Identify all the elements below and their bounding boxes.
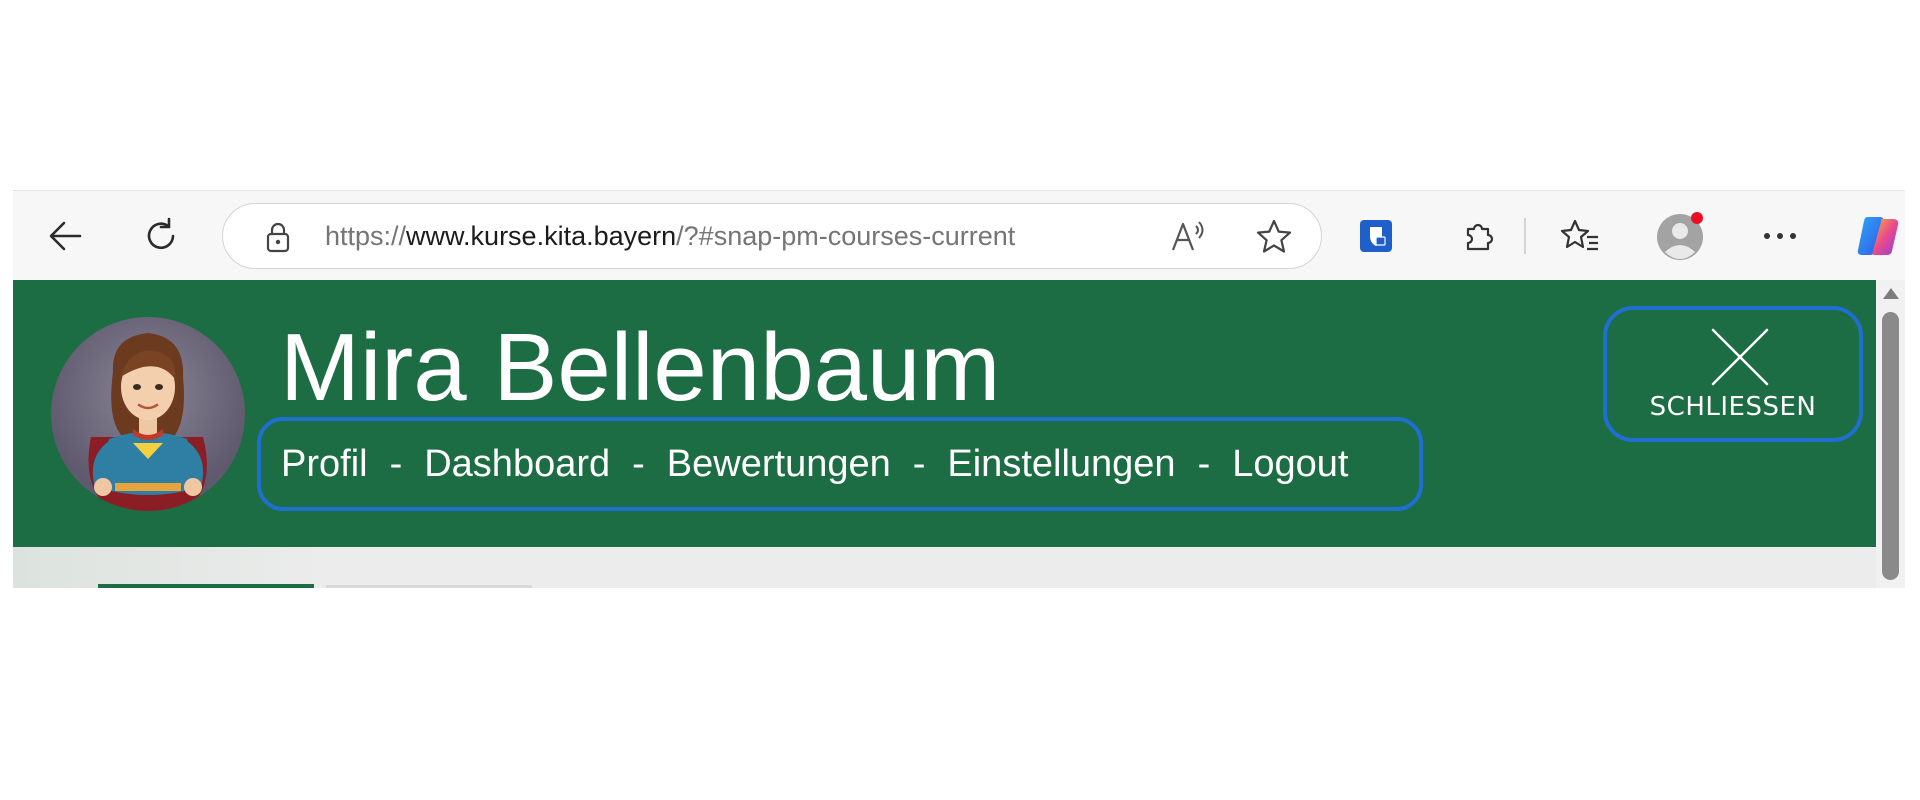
page-viewport: Mira Bellenbaum Profil - Dashboard - Bew… (13, 280, 1905, 588)
extensions-icon (1466, 223, 1494, 251)
close-icon (1711, 328, 1769, 386)
profile-icon (1657, 212, 1703, 260)
nav-bewertungen[interactable]: Bewertungen (667, 443, 891, 486)
url-path: /?#snap-pm-courses-current (676, 221, 1016, 251)
address-bar[interactable]: https://www.kurse.kita.bayern/?#snap-pm-… (222, 203, 1322, 269)
avatar (51, 317, 245, 511)
favorite-star-icon[interactable] (1255, 218, 1293, 256)
profile-button[interactable] (1653, 209, 1707, 263)
favorites-button[interactable] (1557, 213, 1603, 259)
extensions-button[interactable] (1455, 213, 1501, 259)
shield-extension-button[interactable] (1353, 213, 1399, 259)
header-nav: Profil - Dashboard - Bewertungen - Einst… (257, 417, 1423, 511)
scrollbar[interactable] (1876, 280, 1905, 588)
nav-separator: - (912, 442, 926, 485)
user-name: Mira Bellenbaum (280, 314, 1001, 421)
close-button[interactable]: SCHLIESSEN (1603, 306, 1863, 442)
nav-separator: - (632, 442, 645, 485)
nav-separator: - (389, 442, 403, 485)
tab-active-indicator[interactable] (98, 584, 314, 588)
favorites-icon (1560, 219, 1598, 251)
refresh-icon (147, 217, 175, 250)
copilot-icon (1857, 217, 1899, 255)
browser-toolbar: https://www.kurse.kita.bayern/?#snap-pm-… (13, 190, 1905, 281)
nav-dashboard[interactable]: Dashboard (424, 443, 610, 486)
nav-einstellungen[interactable]: Einstellungen (947, 443, 1175, 486)
more-icon (1764, 233, 1796, 239)
back-button[interactable] (43, 213, 89, 259)
nav-profil[interactable]: Profil (281, 443, 368, 486)
nav-logout[interactable]: Logout (1232, 443, 1348, 486)
url-scheme: https:// (325, 221, 407, 251)
toolbar-divider (1524, 218, 1526, 254)
superhero-avatar-icon (88, 333, 207, 511)
shield-extension-icon (1360, 220, 1392, 252)
profile-header: Mira Bellenbaum Profil - Dashboard - Bew… (13, 280, 1876, 547)
url-text[interactable]: https://www.kurse.kita.bayern/?#snap-pm-… (325, 204, 1015, 268)
read-aloud-icon[interactable] (1169, 218, 1209, 256)
content-shadow (13, 547, 333, 588)
more-button[interactable] (1757, 213, 1803, 259)
lock-icon[interactable] (263, 221, 293, 253)
close-label: SCHLIESSEN (1649, 392, 1817, 422)
back-icon (49, 221, 82, 251)
url-host: www.kurse.kita.bayern (406, 221, 677, 251)
nav-separator: - (1197, 442, 1211, 485)
scroll-up-arrow-icon[interactable] (1883, 288, 1899, 299)
tab-inactive-indicator[interactable] (326, 585, 532, 588)
refresh-button[interactable] (139, 213, 185, 259)
scroll-thumb[interactable] (1882, 312, 1899, 580)
copilot-button[interactable] (1851, 209, 1905, 263)
